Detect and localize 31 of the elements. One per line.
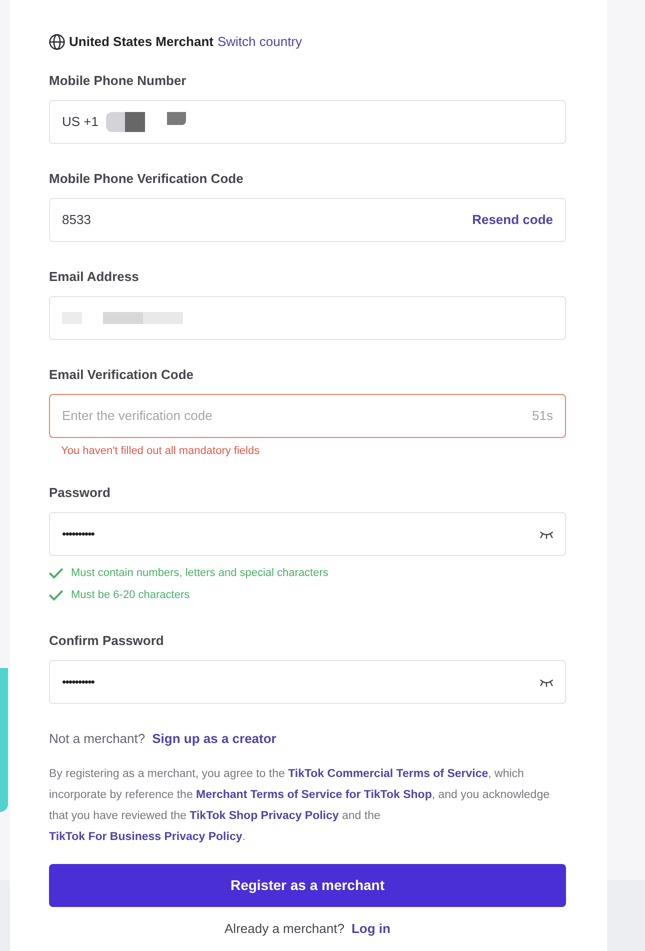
password-field[interactable]: •••••••••• <box>49 660 566 704</box>
resend-code-button[interactable]: Resend code <box>472 210 553 230</box>
agreement-text: By registering as a merchant, you agree to the TikTok Commercial Terms of Service, which incorporate by reference the Merchant Terms of Service for TikTok Shop, and you acknowledge that you have reviewed the TikTok Shop Privacy Policy and the TikTok For Business Privacy Policy. <box>49 767 550 845</box>
prompt-text: Not a merchant? <box>49 730 146 748</box>
phone-number-field[interactable]: US +1 <box>49 100 566 144</box>
switch-country-link[interactable]: Switch country <box>217 32 302 52</box>
agreement-link[interactable]: Merchant Terms of Service for TikTok Shop <box>196 789 432 801</box>
email-field[interactable] <box>49 296 566 340</box>
agreement-link[interactable]: TikTok For Business Privacy Policy <box>49 831 242 843</box>
prompt-text: Already a merchant? <box>224 920 344 938</box>
password-rule-text: Must contain numbers, letters and special characters <box>71 566 328 581</box>
agreement-link[interactable]: TikTok Shop Privacy Policy <box>190 810 339 822</box>
field-label: Email Address <box>49 268 139 286</box>
globe-icon <box>49 34 65 50</box>
merchant-region-text: United States Merchant <box>69 33 214 52</box>
agreement-link[interactable]: TikTok Commercial Terms of Service <box>288 768 488 780</box>
field-label: Confirm Password <box>49 632 164 650</box>
field-label: Mobile Phone Verification Code <box>49 170 244 188</box>
field-label: Mobile Phone Number <box>49 72 186 90</box>
verification-code-field[interactable]: 8533 Resend code <box>49 198 566 242</box>
password-rule-text: Must be 6-20 characters <box>71 588 190 603</box>
countdown-text: 51s <box>532 407 553 426</box>
eye-closed-icon[interactable] <box>540 678 553 686</box>
log-in-link[interactable]: Log in <box>351 919 390 939</box>
error-message: You haven't filled out all mandatory fields <box>60 444 260 458</box>
password-field[interactable]: •••••••••• <box>49 512 566 556</box>
sign-up-creator-link[interactable]: Sign up as a creator <box>152 729 276 749</box>
register-button[interactable]: Register as a merchant <box>49 864 566 907</box>
field-label: Password <box>49 484 110 502</box>
field-label: Email Verification Code <box>49 366 194 384</box>
eye-closed-icon[interactable] <box>540 530 553 538</box>
